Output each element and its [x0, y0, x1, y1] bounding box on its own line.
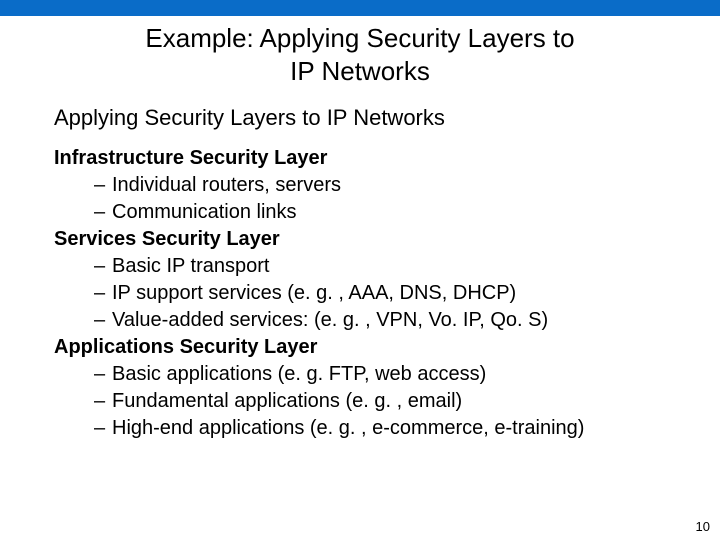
title-line-2: IP Networks — [60, 55, 660, 88]
list-item: –Individual routers, servers — [94, 172, 720, 199]
page-number: 10 — [696, 519, 710, 534]
list-item: –Basic IP transport — [94, 253, 720, 280]
list-item: –IP support services (e. g. , AAA, DNS, … — [94, 280, 720, 307]
list-item: –Fundamental applications (e. g. , email… — [94, 388, 720, 415]
list-item: –High-end applications (e. g. , e-commer… — [94, 415, 720, 442]
list-item: –Basic applications (e. g. FTP, web acce… — [94, 361, 720, 388]
header-bar — [0, 0, 720, 16]
slide-subtitle: Applying Security Layers to IP Networks — [54, 105, 720, 131]
list-item: –Communication links — [94, 199, 720, 226]
slide-title: Example: Applying Security Layers to IP … — [0, 22, 720, 87]
title-line-1: Example: Applying Security Layers to — [60, 22, 660, 55]
section-heading: Infrastructure Security Layer — [54, 145, 720, 172]
section-heading: Applications Security Layer — [54, 334, 720, 361]
slide-content: Infrastructure Security Layer –Individua… — [54, 145, 720, 442]
list-item: –Value-added services: (e. g. , VPN, Vo.… — [94, 307, 720, 334]
section-heading: Services Security Layer — [54, 226, 720, 253]
